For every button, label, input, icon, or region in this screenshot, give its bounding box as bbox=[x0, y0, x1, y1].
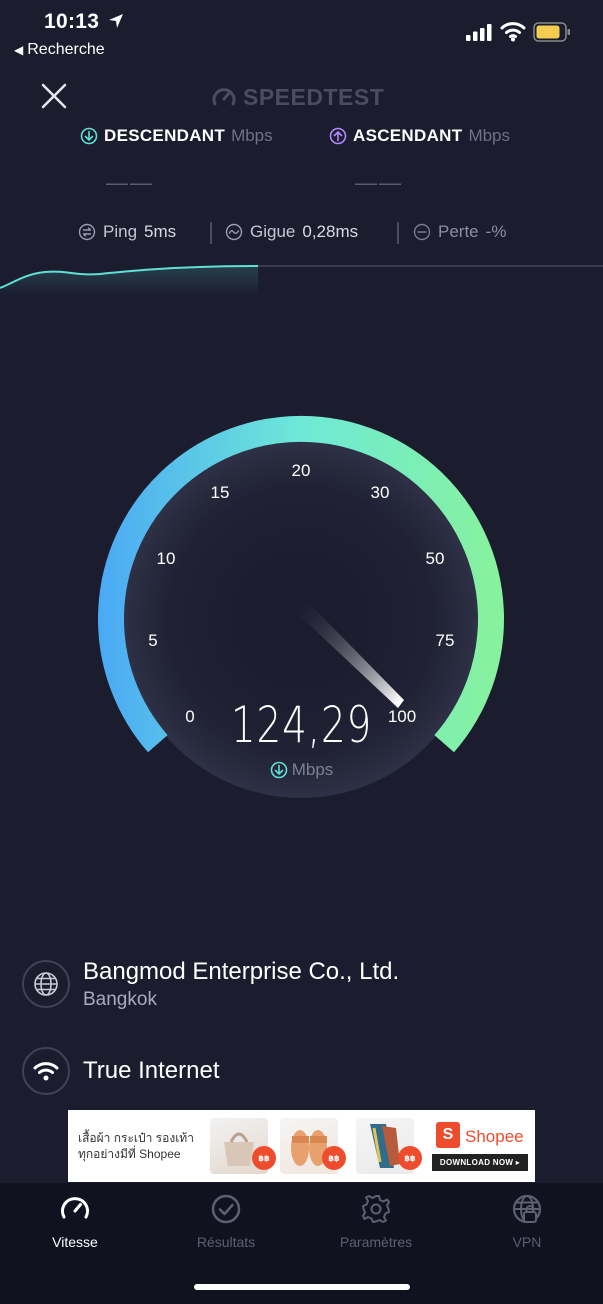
ping-unit: ms bbox=[153, 222, 177, 241]
upload-value: —— bbox=[355, 170, 403, 195]
shopee-bag-icon: S bbox=[436, 1122, 460, 1148]
ping-icon bbox=[78, 223, 96, 241]
back-link-label: Recherche bbox=[27, 41, 105, 58]
ping-value: 5 bbox=[144, 222, 154, 241]
jitter-icon bbox=[225, 223, 243, 241]
brand-name: SPEEDTEST bbox=[243, 83, 385, 110]
tab-label: VPN bbox=[512, 1234, 542, 1250]
gear-icon bbox=[362, 1195, 390, 1223]
packet-loss-icon bbox=[413, 223, 431, 241]
upload-header: ASCENDANT Mbps bbox=[329, 126, 510, 146]
download-unit: Mbps bbox=[231, 126, 273, 145]
download-header: DESCENDANT Mbps bbox=[80, 126, 273, 146]
gauge-tick-label: 30 bbox=[371, 483, 390, 502]
download-arrow-icon bbox=[270, 761, 288, 779]
tab-label: Paramètres bbox=[339, 1234, 413, 1250]
isp-wifi-icon bbox=[22, 1047, 70, 1095]
server-name[interactable]: Bangmod Enterprise Co., Ltd. bbox=[83, 958, 399, 986]
jitter-metric: Gigue 0,28ms bbox=[225, 222, 358, 242]
back-triangle-icon: ◀ bbox=[14, 43, 24, 57]
jitter-label: Gigue bbox=[250, 222, 296, 241]
download-arrow-icon bbox=[80, 127, 98, 145]
gauge-tick-label: 5 bbox=[148, 631, 157, 650]
current-speed-value: 124,29 bbox=[230, 696, 373, 754]
download-value: —— bbox=[106, 170, 154, 195]
back-to-search-link[interactable]: ◀ Recherche bbox=[14, 41, 105, 59]
upload-arrow-icon bbox=[329, 127, 347, 145]
ad-text-line: ทุกอย่างมีที่ Shopee bbox=[78, 1147, 181, 1161]
gauge-tick-label: 50 bbox=[426, 549, 445, 568]
vpn-globe-icon bbox=[512, 1194, 542, 1224]
current-speed-unit: Mbps bbox=[0, 760, 603, 780]
metric-divider bbox=[397, 222, 399, 244]
cellular-signal-icon bbox=[466, 24, 492, 41]
ping-label: Ping bbox=[103, 222, 138, 241]
tab-results[interactable]: Résultats bbox=[166, 1193, 286, 1250]
ping-metric: Ping 5ms bbox=[78, 222, 176, 242]
close-icon[interactable] bbox=[38, 80, 70, 112]
server-globe-icon[interactable] bbox=[22, 960, 70, 1008]
ad-brand: Shopee bbox=[465, 1127, 524, 1146]
ad-text: เสื้อผ้า กระเป๋า รองเท้า ทุกอย่างมีที่ S… bbox=[78, 1130, 228, 1162]
wifi-status-icon bbox=[500, 22, 526, 42]
ad-price-badge: ฿฿ bbox=[322, 1146, 346, 1170]
jitter-value: 0,28 bbox=[302, 222, 336, 241]
ad-price-badge: ฿฿ bbox=[252, 1146, 276, 1170]
check-circle-icon bbox=[211, 1194, 241, 1224]
tab-label: Résultats bbox=[196, 1234, 256, 1250]
speedometer-logo-icon bbox=[212, 88, 236, 106]
gauge-tick-label: 15 bbox=[211, 483, 230, 502]
packet-loss-unit: % bbox=[491, 222, 507, 241]
tab-label: Vitesse bbox=[52, 1234, 98, 1250]
tab-speed[interactable]: Vitesse bbox=[15, 1193, 135, 1250]
isp-name: True Internet bbox=[83, 1057, 220, 1084]
speed-history-graph bbox=[0, 265, 603, 297]
shopee-ad-banner[interactable]: เสื้อผ้า กระเป๋า รองเท้า ทุกอย่างมีที่ S… bbox=[68, 1110, 535, 1182]
speedtest-logo: SPEEDTEST bbox=[211, 83, 384, 111]
status-time: 10:13 bbox=[44, 10, 100, 33]
server-city: Bangkok bbox=[83, 989, 157, 1010]
gauge-tick-label: 75 bbox=[436, 631, 455, 650]
upload-label: ASCENDANT bbox=[353, 126, 463, 145]
packet-loss-metric: Perte -% bbox=[413, 222, 506, 242]
home-indicator[interactable] bbox=[194, 1284, 410, 1290]
latency-metrics-row: Ping 5ms Gigue 0,28ms Perte -% bbox=[0, 222, 603, 248]
upload-unit: Mbps bbox=[468, 126, 511, 145]
gauge-tick-label: 20 bbox=[292, 461, 311, 480]
speed-unit-label: Mbps bbox=[291, 760, 334, 779]
ad-download-button[interactable]: DOWNLOAD NOW ▸ bbox=[432, 1154, 528, 1171]
ad-price-badge: ฿฿ bbox=[398, 1146, 422, 1170]
metric-divider bbox=[210, 222, 212, 244]
battery-icon bbox=[533, 22, 570, 42]
gauge-tick-label: 10 bbox=[157, 549, 176, 568]
download-label: DESCENDANT bbox=[104, 126, 226, 145]
tab-settings[interactable]: Paramètres bbox=[316, 1193, 436, 1250]
packet-loss-label: Perte bbox=[438, 222, 479, 241]
tab-vpn[interactable]: VPN bbox=[467, 1193, 587, 1250]
location-arrow-icon bbox=[109, 14, 123, 28]
jitter-unit: ms bbox=[335, 222, 359, 241]
ad-text-line: เสื้อผ้า กระเป๋า รองเท้า bbox=[78, 1131, 194, 1145]
speedometer-icon bbox=[61, 1197, 89, 1219]
